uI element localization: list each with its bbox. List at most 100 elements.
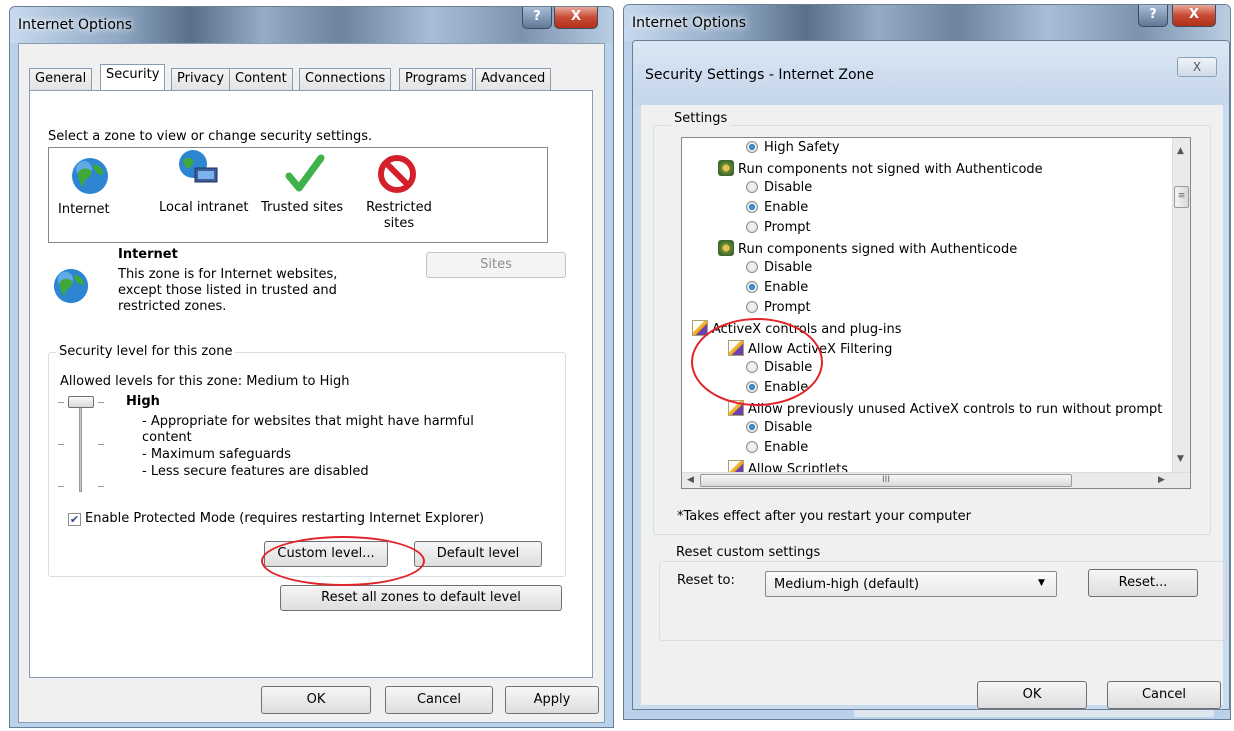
tab-content[interactable]: Content xyxy=(229,68,293,90)
radio-unselected-icon[interactable] xyxy=(746,181,758,193)
radio-selected-icon[interactable] xyxy=(746,201,758,213)
setting-label: Prompt xyxy=(764,220,811,235)
help-button[interactable]: ? xyxy=(522,7,552,29)
zone-label-local-intranet: Local intranet xyxy=(159,200,249,215)
dialog-title-bar[interactable]: Security Settings - Internet Zone X xyxy=(633,41,1229,105)
dialog-close-button[interactable]: X xyxy=(1177,57,1217,77)
level-line-3: - Maximum safeguards xyxy=(142,447,291,462)
title-bar[interactable]: Internet Options ? X xyxy=(624,5,1230,41)
close-button[interactable]: X xyxy=(1172,5,1216,27)
scroll-right-arrow[interactable]: ▶ xyxy=(1158,475,1165,485)
setting-heading: Run components not signed with Authentic… xyxy=(718,160,1043,177)
setting-radio-option[interactable]: High Safety xyxy=(746,140,840,155)
ok-button[interactable]: OK xyxy=(977,681,1087,709)
zone-desc-line-3: restricted zones. xyxy=(118,299,227,314)
zone-internet[interactable]: Internet xyxy=(55,154,125,220)
setting-radio-option[interactable]: Prompt xyxy=(746,300,811,315)
setting-label: High Safety xyxy=(764,140,840,155)
radio-unselected-icon[interactable] xyxy=(746,441,758,453)
close-button[interactable]: X xyxy=(554,7,598,29)
setting-radio-option[interactable]: Disable xyxy=(746,180,812,195)
setting-label: Enable xyxy=(764,280,809,295)
level-line-1: - Appropriate for websites that might ha… xyxy=(142,414,474,429)
scroll-up-arrow[interactable]: ▲ xyxy=(1177,146,1184,156)
radio-selected-icon[interactable] xyxy=(746,281,758,293)
allowed-levels: Allowed levels for this zone: Medium to … xyxy=(60,374,350,389)
reset-button[interactable]: Reset... xyxy=(1088,569,1198,597)
radio-unselected-icon[interactable] xyxy=(746,301,758,313)
setting-label: Disable xyxy=(764,180,813,195)
security-level-slider[interactable] xyxy=(56,396,106,496)
setting-radio-option[interactable]: Disable xyxy=(746,420,812,435)
reset-level-value: Medium-high (default) xyxy=(774,577,920,592)
tab-privacy[interactable]: Privacy xyxy=(171,68,231,90)
horizontal-scrollbar[interactable]: ◀ III ▶ xyxy=(682,472,1190,488)
settings-group-label: Settings xyxy=(671,111,731,126)
radio-selected-icon[interactable] xyxy=(746,421,758,433)
reset-level-dropdown[interactable]: Medium-high (default) ▼ xyxy=(765,571,1057,597)
hscroll-thumb[interactable]: III xyxy=(700,474,1072,487)
zone-trusted-sites[interactable]: Trusted sites xyxy=(261,148,353,215)
setting-radio-option[interactable]: Enable xyxy=(746,440,808,455)
zone-restricted-sites[interactable]: Restricted sites xyxy=(361,148,437,238)
zone-name: Internet xyxy=(118,247,178,262)
level-name: High xyxy=(126,394,160,409)
tab-general[interactable]: General xyxy=(29,68,93,90)
tab-security[interactable]: Security xyxy=(100,64,166,91)
setting-radio-option[interactable]: Prompt xyxy=(746,220,811,235)
highlight-ellipse xyxy=(261,536,425,586)
reset-to-label: Reset to: xyxy=(677,573,735,588)
setting-radio-option[interactable]: Enable xyxy=(746,280,808,295)
internet-options-window: Internet Options ? X General Security Pr… xyxy=(9,6,614,728)
setting-label: Enable xyxy=(764,440,809,455)
window-title: Internet Options xyxy=(18,17,133,33)
radio-unselected-icon[interactable] xyxy=(746,261,758,273)
zone-local-intranet[interactable]: Local intranet xyxy=(145,148,253,215)
setting-radio-option[interactable]: Enable xyxy=(746,200,808,215)
zone-label-trusted-sites: Trusted sites xyxy=(261,200,344,215)
radio-unselected-icon[interactable] xyxy=(746,221,758,233)
setting-heading: Run components signed with Authenticode xyxy=(718,240,1017,257)
radio-selected-icon[interactable] xyxy=(746,141,758,153)
level-line-2: content xyxy=(142,430,192,445)
protected-mode-label: Enable Protected Mode (requires restarti… xyxy=(85,511,485,526)
dialog-title: Security Settings - Internet Zone xyxy=(645,67,874,83)
globe-icon xyxy=(53,268,89,304)
cancel-button[interactable]: Cancel xyxy=(385,686,493,714)
tab-advanced[interactable]: Advanced xyxy=(475,68,552,90)
reset-custom-group-label: Reset custom settings xyxy=(673,545,824,560)
title-bar[interactable]: Internet Options ? X xyxy=(10,7,613,43)
tab-programs[interactable]: Programs xyxy=(399,68,473,90)
apply-button[interactable]: Apply xyxy=(505,686,599,714)
tab-connections[interactable]: Connections xyxy=(299,68,392,90)
dropdown-arrow-icon: ▼ xyxy=(1038,578,1045,588)
scroll-left-arrow[interactable]: ◀ xyxy=(687,475,694,485)
help-button[interactable]: ? xyxy=(1138,5,1168,27)
slider-thumb[interactable] xyxy=(68,396,94,408)
zone-label-internet: Internet xyxy=(58,202,110,217)
setting-label: Run components signed with Authenticode xyxy=(738,242,1018,257)
scroll-down-arrow[interactable]: ▼ xyxy=(1177,454,1184,464)
setting-label: Disable xyxy=(764,260,813,275)
zone-desc-line-2: except those listed in trusted and xyxy=(118,283,337,298)
security-level-group-label: Security level for this zone xyxy=(56,344,236,359)
settings-gear-icon xyxy=(718,160,734,176)
settings-list[interactable]: High Safety Run components not signed wit… xyxy=(681,137,1191,489)
cancel-button[interactable]: Cancel xyxy=(1107,681,1221,709)
scroll-thumb[interactable]: ≡ xyxy=(1174,186,1189,208)
protected-mode-checkbox[interactable]: ✔ xyxy=(68,513,81,526)
level-line-4: - Less secure features are disabled xyxy=(142,464,369,479)
setting-label: Prompt xyxy=(764,300,811,315)
dialog-body: Settings High Safety Run components not s… xyxy=(641,105,1225,709)
setting-radio-option[interactable]: Disable xyxy=(746,260,812,275)
default-level-button[interactable]: Default level xyxy=(414,541,542,567)
vertical-scrollbar[interactable]: ▲ ≡ ▼ xyxy=(1172,138,1190,472)
zone-prompt: Select a zone to view or change security… xyxy=(48,129,373,144)
zone-label-restricted-sites: Restricted sites xyxy=(366,200,432,231)
setting-label: Enable xyxy=(764,200,809,215)
zone-desc-line-1: This zone is for Internet websites, xyxy=(118,267,338,282)
window-title: Internet Options xyxy=(632,15,747,31)
ok-button[interactable]: OK xyxy=(261,686,371,714)
reset-all-zones-button[interactable]: Reset all zones to default level xyxy=(280,585,562,611)
setting-label: Allow previously unused ActiveX controls… xyxy=(748,402,1163,417)
